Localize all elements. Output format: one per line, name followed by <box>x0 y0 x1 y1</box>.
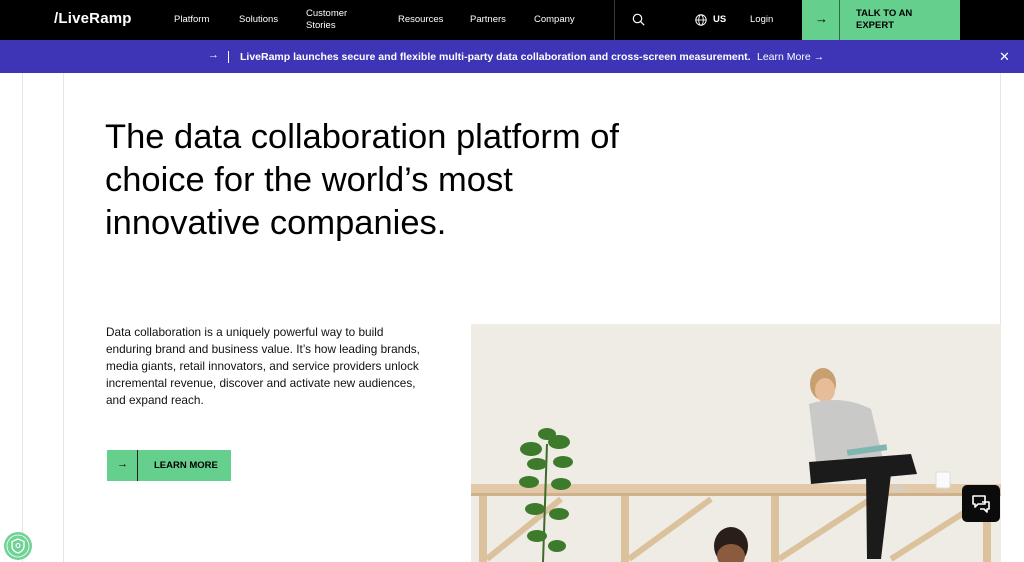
frame-line-left-inner <box>63 73 64 562</box>
nav-item-solutions[interactable]: Solutions <box>239 14 278 26</box>
hero-image <box>471 324 1001 562</box>
hero-headline: The data collaboration platform of choic… <box>105 118 619 242</box>
nav-divider <box>614 0 615 40</box>
logo[interactable]: /LiveRamp <box>54 10 132 27</box>
nav-item-resources[interactable]: Resources <box>398 14 443 26</box>
announcement-divider <box>228 51 229 63</box>
learn-more-arrow-button[interactable]: → <box>107 450 138 481</box>
talk-to-expert-button[interactable]: TALK TO AN EXPERT <box>840 0 960 40</box>
top-navigation: /LiveRamp Platform Solutions Customer St… <box>0 0 1024 40</box>
announcement-learn-more-link[interactable]: Learn More → <box>757 51 824 63</box>
talk-to-expert-label: TALK TO AN EXPERT <box>856 8 913 31</box>
globe-icon <box>695 14 707 26</box>
talk-expert-arrow-button[interactable]: → <box>802 0 840 40</box>
chat-bubbles-icon <box>972 495 990 513</box>
privacy-settings-button[interactable] <box>4 532 32 560</box>
hero-photo-scene <box>471 324 1001 562</box>
login-link[interactable]: Login <box>750 14 773 26</box>
arrow-right-icon: → <box>117 458 128 470</box>
nav-item-platform[interactable]: Platform <box>174 14 209 26</box>
arrow-right-icon: → <box>815 11 828 26</box>
frame-line-left-outer <box>22 73 23 562</box>
learn-more-label: LEARN MORE <box>154 460 218 471</box>
nav-item-customer-stories[interactable]: Customer Stories <box>306 8 347 32</box>
nav-item-label: Stories <box>306 20 336 31</box>
nav-item-partners[interactable]: Partners <box>470 14 506 26</box>
nav-item-company[interactable]: Company <box>534 14 575 26</box>
region-selector[interactable]: US <box>713 14 726 26</box>
arrow-right-icon: → <box>208 49 219 61</box>
nav-item-label: Customer <box>306 8 348 19</box>
announcement-text[interactable]: LiveRamp launches secure and flexible mu… <box>240 51 751 63</box>
chat-button[interactable] <box>962 485 1000 522</box>
learn-more-button[interactable]: LEARN MORE <box>138 450 231 481</box>
search-icon[interactable] <box>632 13 645 26</box>
hero-description: Data collaboration is a uniquely powerfu… <box>106 325 420 407</box>
frame-line-right <box>1000 73 1001 324</box>
privacy-shield-icon <box>6 534 30 558</box>
announcement-bar: → LiveRamp launches secure and flexible … <box>0 40 1024 73</box>
close-icon[interactable]: ✕ <box>999 49 1010 65</box>
